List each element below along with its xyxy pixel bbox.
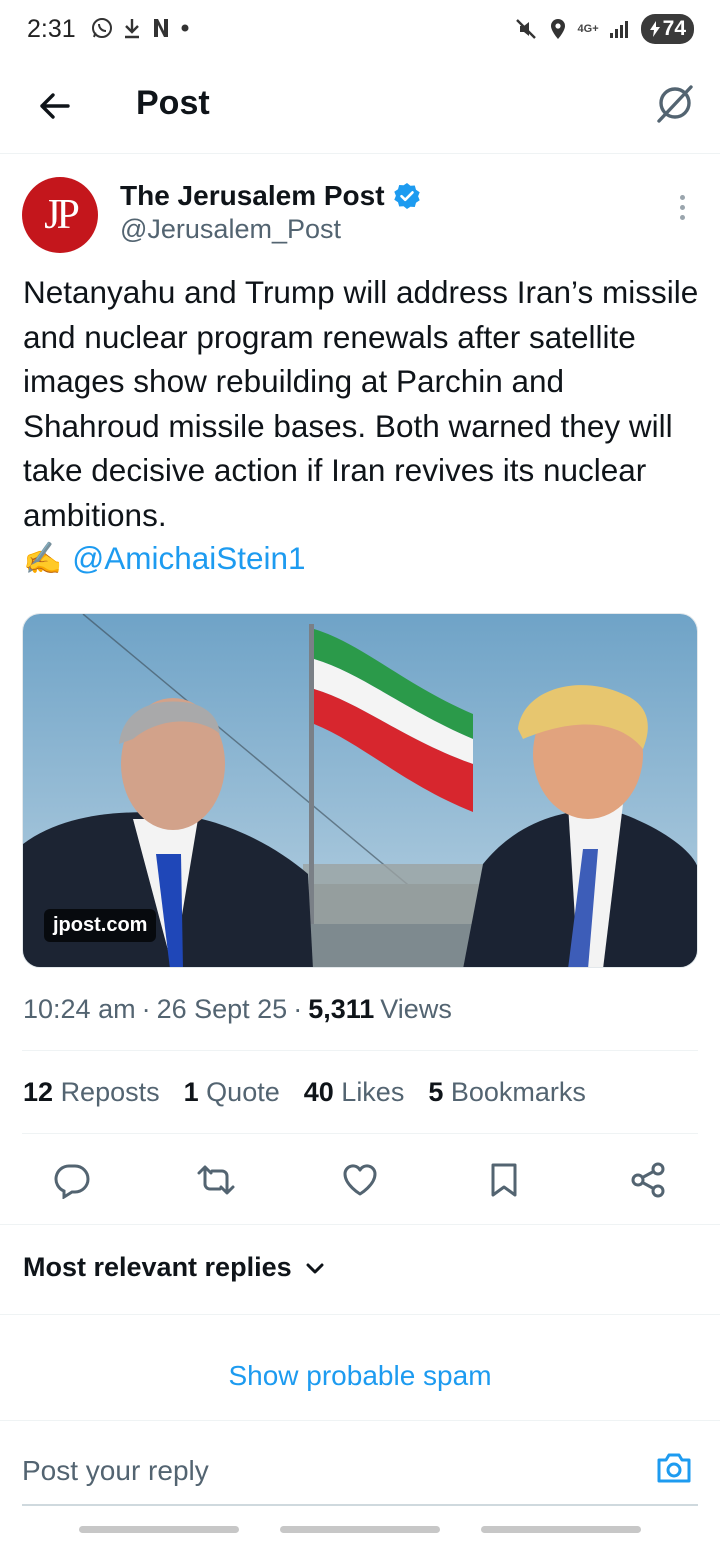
author-name-row: The Jerusalem Post: [120, 180, 421, 212]
nav-pill: [481, 1526, 641, 1533]
show-spam-link[interactable]: Show probable spam: [0, 1360, 720, 1392]
writing-hand-icon: ✍️: [23, 540, 63, 576]
reply-button[interactable]: [48, 1156, 96, 1204]
stat-reposts[interactable]: 12 Reposts: [23, 1077, 160, 1108]
mention-link[interactable]: @AmichaiStein1: [72, 536, 305, 580]
bookmark-button[interactable]: [480, 1156, 528, 1204]
reply-input[interactable]: [22, 1448, 622, 1494]
bookmark-icon: [491, 1163, 517, 1197]
back-button[interactable]: [30, 82, 78, 130]
download-icon: [122, 16, 142, 40]
replies-sort-label: Most relevant replies: [23, 1252, 292, 1282]
status-bar: 2:31 4G+ 74: [0, 0, 720, 62]
nav-pill: [280, 1526, 440, 1533]
location-icon: [548, 17, 568, 41]
share-icon: [631, 1162, 665, 1198]
stat-likes[interactable]: 40 Likes: [304, 1077, 405, 1108]
page-title: Post: [136, 84, 210, 122]
meta-separator: ·: [293, 994, 303, 1024]
avatar-logo-text: JP: [44, 192, 80, 238]
stat-quotes[interactable]: 1 Quote: [184, 1077, 280, 1108]
engagement-stats: 12 Reposts 1 Quote 40 Likes 5 Bookmarks: [23, 1077, 586, 1108]
battery-icon: 74: [640, 14, 694, 44]
like-button[interactable]: [336, 1156, 384, 1204]
mention-line: ✍️ @AmichaiStein1: [23, 536, 306, 580]
verified-badge-icon: [393, 183, 420, 209]
network-type: 4G+: [577, 22, 599, 35]
camera-icon: [657, 1453, 691, 1483]
divider: [22, 1133, 698, 1134]
divider: [0, 1420, 720, 1421]
meta-separator: ·: [141, 994, 151, 1024]
dot-icon: [180, 23, 190, 33]
tweet-text: Netanyahu and Trump will address Iran’s …: [23, 274, 707, 533]
replies-sort-dropdown[interactable]: Most relevant replies: [23, 1252, 326, 1283]
whatsapp-icon: [90, 16, 114, 40]
repost-button[interactable]: [192, 1156, 240, 1204]
views-count[interactable]: 5,311: [308, 994, 374, 1025]
post-meta: 10:24 am · 26 Sept 25 · 5,311 Views: [23, 994, 452, 1025]
repost-icon: [197, 1165, 235, 1195]
stat-bookmarks[interactable]: 5 Bookmarks: [428, 1077, 586, 1108]
nav-pill: [79, 1526, 239, 1533]
status-right-icons: 4G+ 74: [514, 14, 694, 44]
arrow-left-icon: [40, 93, 70, 119]
mute-icon: [514, 17, 538, 41]
divider: [0, 1224, 720, 1225]
grok-icon: [657, 85, 693, 123]
author-handle[interactable]: @Jerusalem_Post: [120, 214, 341, 245]
divider: [22, 1050, 698, 1051]
more-dot-icon: [679, 194, 685, 200]
like-icon: [343, 1164, 377, 1196]
reply-composer: [22, 1440, 698, 1506]
signal-icon: [609, 18, 631, 40]
post-date: 26 Sept 25: [156, 994, 288, 1024]
media-source-label: jpost.com: [44, 909, 157, 942]
netflix-icon: [150, 17, 172, 39]
share-button[interactable]: [624, 1156, 672, 1204]
avatar[interactable]: JP: [22, 177, 98, 253]
more-options-button[interactable]: [668, 190, 696, 224]
more-dot-icon: [679, 204, 685, 210]
battery-level: 74: [662, 17, 686, 40]
views-label: Views: [380, 994, 452, 1024]
author-name[interactable]: The Jerusalem Post: [120, 180, 385, 212]
chevron-down-icon: [306, 1263, 324, 1273]
post-time: 10:24 am: [23, 994, 136, 1024]
top-header: Post: [0, 62, 720, 154]
status-left-icons: [90, 16, 190, 40]
more-dot-icon: [679, 214, 685, 220]
camera-button[interactable]: [654, 1448, 694, 1488]
grok-button[interactable]: [650, 80, 698, 128]
reply-icon: [54, 1164, 90, 1199]
action-bar: [0, 1150, 720, 1210]
divider: [0, 1314, 720, 1315]
status-time: 2:31: [27, 15, 76, 43]
